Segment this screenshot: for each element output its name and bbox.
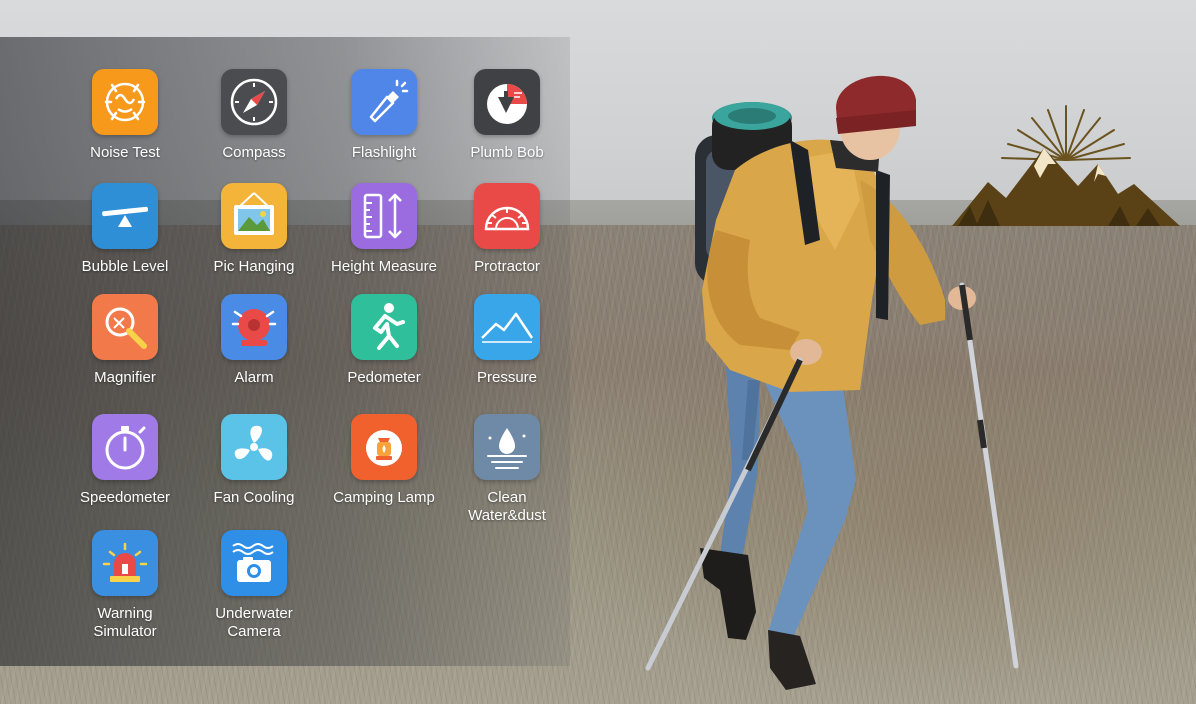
- app-fan-cooling[interactable]: Fan Cooling: [194, 414, 314, 507]
- warning-simulator-icon: [92, 530, 158, 596]
- app-label: Magnifier: [94, 369, 156, 386]
- pedometer-icon: [351, 294, 417, 360]
- app-label: Alarm: [234, 369, 274, 386]
- underwater-camera-icon: [221, 530, 287, 596]
- app-label: Flashlight: [351, 144, 417, 161]
- fan-cooling-icon: [221, 414, 287, 480]
- app-noise-test[interactable]: Noise Test: [65, 69, 185, 162]
- app-label: Warning Simulator: [93, 605, 157, 640]
- app-flashlight[interactable]: Flashlight: [324, 69, 444, 162]
- height-measure-icon: [351, 183, 417, 249]
- app-label: Plumb Bob: [470, 144, 544, 161]
- app-compass[interactable]: Compass: [194, 69, 314, 162]
- app-pic-hanging[interactable]: Pic Hanging: [194, 183, 314, 276]
- app-magnifier[interactable]: Magnifier: [65, 294, 185, 387]
- app-label: Protractor: [474, 258, 540, 275]
- speedometer-icon: [92, 414, 158, 480]
- compass-icon: [221, 69, 287, 135]
- app-label: Compass: [222, 144, 286, 161]
- app-bubble-level[interactable]: Bubble Level: [65, 183, 185, 276]
- app-label: Camping Lamp: [333, 489, 435, 506]
- magnifier-icon: [92, 294, 158, 360]
- app-label: Pedometer: [347, 369, 421, 386]
- app-pressure[interactable]: Pressure: [447, 294, 567, 387]
- camping-lamp-icon: [351, 414, 417, 480]
- app-underwater-camera[interactable]: Underwater Camera: [194, 530, 314, 641]
- app-label: Fan Cooling: [213, 489, 295, 506]
- app-label: Underwater Camera: [215, 605, 293, 640]
- app-alarm[interactable]: Alarm: [194, 294, 314, 387]
- app-camping-lamp[interactable]: Camping Lamp: [324, 414, 444, 507]
- app-clean-water-dust[interactable]: Clean Water&dust: [447, 414, 567, 525]
- app-speedometer[interactable]: Speedometer: [65, 414, 185, 507]
- noise-test-icon: [92, 69, 158, 135]
- app-protractor[interactable]: Protractor: [447, 183, 567, 276]
- app-label: Bubble Level: [81, 258, 169, 275]
- flashlight-icon: [351, 69, 417, 135]
- pressure-icon: [474, 294, 540, 360]
- app-label: Clean Water&dust: [468, 489, 546, 524]
- app-plumb-bob[interactable]: Plumb Bob: [447, 69, 567, 162]
- app-label: Pressure: [476, 369, 538, 386]
- app-label: Noise Test: [90, 144, 160, 161]
- app-label: Height Measure: [331, 258, 437, 275]
- app-label: Pic Hanging: [213, 258, 295, 275]
- app-height-measure[interactable]: Height Measure: [324, 183, 444, 276]
- plumb-bob-icon: [474, 69, 540, 135]
- app-pedometer[interactable]: Pedometer: [324, 294, 444, 387]
- mountain-sun-logo: [952, 105, 1180, 226]
- bubble-level-icon: [92, 183, 158, 249]
- protractor-icon: [474, 183, 540, 249]
- pic-hanging-icon: [221, 183, 287, 249]
- app-label: Speedometer: [79, 489, 171, 506]
- alarm-icon: [221, 294, 287, 360]
- app-warning-simulator[interactable]: Warning Simulator: [65, 530, 185, 641]
- clean-water-dust-icon: [474, 414, 540, 480]
